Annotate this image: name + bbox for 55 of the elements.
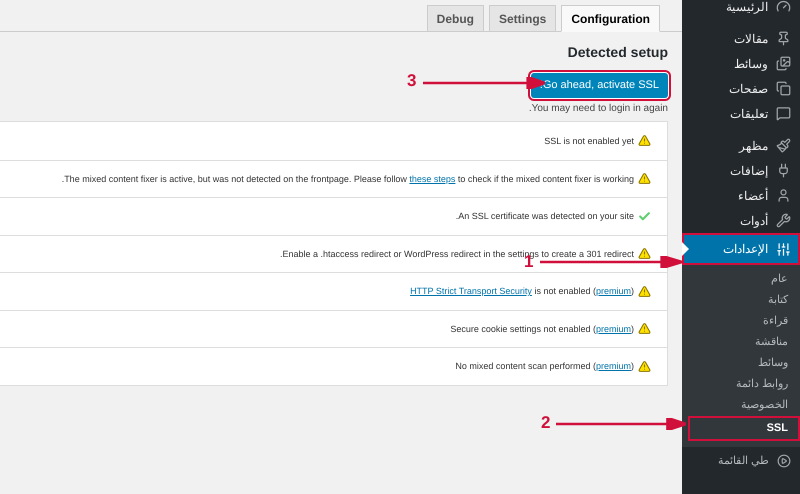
- sidebar-item[interactable]: أدوات: [682, 208, 800, 233]
- comment-icon: [776, 106, 791, 121]
- brush-icon: [776, 138, 791, 153]
- annotation-number: 3: [407, 72, 416, 89]
- pages-icon: [776, 81, 791, 96]
- annotation-number: 2: [541, 414, 550, 431]
- notice-text: .The mixed content fixer is active, but was not detected on the frontpage. Please follow these steps to check if the mixed content fixer is working: [62, 172, 634, 185]
- submenu-item[interactable]: قراءة: [682, 311, 800, 332]
- sidebar-item[interactable]: تعليقات: [682, 101, 800, 126]
- submenu-item[interactable]: الخصوصية: [682, 395, 800, 416]
- notice-link[interactable]: these steps: [409, 174, 456, 184]
- warning-icon: [638, 284, 651, 298]
- sidebar-item[interactable]: إضافات: [682, 158, 800, 183]
- notice-text: Secure cookie settings not enabled (premium): [450, 322, 634, 335]
- submenu-item[interactable]: كتابة: [682, 290, 800, 311]
- sidebar-item[interactable]: وسائط: [682, 51, 800, 76]
- submenu-item[interactable]: مناقشة: [682, 332, 800, 353]
- notice-text: HTTP Strict Transport Security is not enabled (premium): [410, 285, 634, 298]
- warning-icon: [638, 360, 651, 373]
- notice-link[interactable]: premium: [596, 361, 631, 372]
- notice-link[interactable]: premium: [596, 286, 631, 296]
- tab[interactable]: Debug: [426, 5, 484, 32]
- sidebar-item[interactable]: مظهر: [682, 133, 800, 158]
- notice-text: No mixed content scan performed (premium): [455, 360, 634, 372]
- sidebar-item[interactable]: مقالات: [682, 26, 800, 51]
- sidebar-item[interactable]: صفحات: [682, 76, 800, 101]
- check-icon: [638, 210, 651, 223]
- warning-icon: [638, 134, 651, 148]
- submenu-item[interactable]: روابط دائمة: [682, 374, 800, 395]
- notice-link[interactable]: HTTP Strict Transport Security: [410, 286, 532, 296]
- wrench-icon: [776, 213, 791, 228]
- collapse-icon: [777, 454, 791, 468]
- sliders-icon: [776, 242, 791, 256]
- dashboard-icon: [776, 0, 791, 14]
- user-icon: [776, 188, 791, 203]
- section-heading: Detected setup: [568, 43, 668, 62]
- warning-icon: [638, 322, 651, 336]
- plug-icon: [776, 163, 791, 178]
- warning-icon: [638, 172, 651, 186]
- submenu-item[interactable]: عام: [682, 269, 800, 290]
- notice-link[interactable]: premium: [596, 324, 631, 334]
- collapse-menu-item[interactable]: طي القائمة: [682, 447, 800, 475]
- notice-text: .An SSL certificate was detected on your site: [456, 210, 634, 222]
- tab[interactable]: Settings: [489, 5, 556, 32]
- sidebar-item[interactable]: الرئيسية: [682, 0, 800, 19]
- notice-text: SSL is not enabled yet: [544, 134, 634, 147]
- tab[interactable]: Configuration: [561, 5, 660, 32]
- warning-icon: [638, 247, 651, 260]
- submenu-item[interactable]: وسائط: [682, 353, 800, 374]
- submenu-item[interactable]: SSL: [688, 416, 800, 441]
- sidebar-item[interactable]: الإعدادات: [682, 233, 800, 265]
- sidebar-item[interactable]: أعضاء: [682, 183, 800, 208]
- pin-icon: [776, 31, 791, 46]
- media-icon: [776, 56, 791, 71]
- login-note: You may need to login in again.: [528, 102, 668, 116]
